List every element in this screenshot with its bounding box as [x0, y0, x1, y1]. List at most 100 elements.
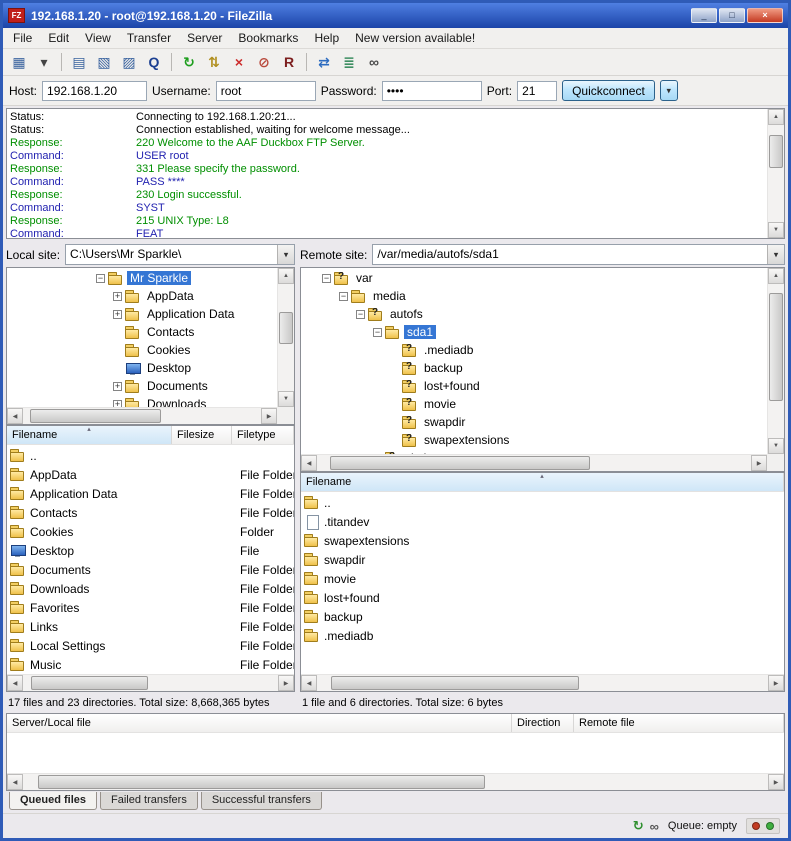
- menu-item-new-version-available-[interactable]: New version available!: [347, 29, 483, 47]
- collapse-box[interactable]: −: [96, 274, 105, 283]
- menu-item-bookmarks[interactable]: Bookmarks: [230, 29, 306, 47]
- local-site-combo[interactable]: C:\Users\Mr Sparkle\: [65, 244, 295, 265]
- toggle-remote-tree-icon[interactable]: ▨: [117, 51, 141, 73]
- scroll-up-button[interactable]: [768, 109, 784, 125]
- message-log-scrollbar[interactable]: [767, 109, 784, 238]
- scroll-right-button[interactable]: [768, 774, 784, 790]
- remote-tree-item[interactable]: ?backup: [301, 359, 767, 377]
- local-tree-item[interactable]: Contacts: [7, 323, 277, 341]
- local-file-row[interactable]: DesktopFile: [7, 541, 294, 560]
- expand-box[interactable]: +: [113, 382, 122, 391]
- scroll-right-button[interactable]: [261, 408, 277, 424]
- scroll-left-button[interactable]: [7, 408, 23, 424]
- local-list-hscroll[interactable]: [7, 674, 294, 691]
- scroll-up-button[interactable]: [278, 268, 294, 284]
- local-tree-vscroll[interactable]: [277, 268, 294, 407]
- toggle-message-log-icon[interactable]: ▤: [67, 51, 91, 73]
- collapse-box[interactable]: −: [339, 292, 348, 301]
- remote-tree-item[interactable]: ?movie: [301, 395, 767, 413]
- local-file-row[interactable]: ContactsFile Folder: [7, 503, 294, 522]
- local-tree-hscroll[interactable]: [7, 407, 277, 424]
- remote-tree-vscroll[interactable]: [767, 268, 784, 454]
- scrollbar-thumb[interactable]: [30, 409, 161, 423]
- scrollbar-thumb[interactable]: [769, 135, 783, 168]
- remote-file-row[interactable]: backup: [301, 607, 784, 626]
- local-file-row[interactable]: LinksFile Folder: [7, 617, 294, 636]
- scroll-down-button[interactable]: [278, 391, 294, 407]
- remote-file-row[interactable]: .titandev: [301, 512, 784, 531]
- refresh-icon[interactable]: ↻: [177, 51, 201, 73]
- scroll-left-button[interactable]: [7, 774, 23, 790]
- directory-comparison-status-icon[interactable]: ↻: [633, 818, 644, 834]
- expand-box[interactable]: +: [113, 310, 122, 319]
- remote-file-row[interactable]: lost+found: [301, 588, 784, 607]
- chevron-down-icon[interactable]: [277, 245, 294, 264]
- local-file-row[interactable]: DownloadsFile Folder: [7, 579, 294, 598]
- scroll-right-button[interactable]: [278, 675, 294, 691]
- reconnect-icon[interactable]: R: [277, 51, 301, 73]
- port-input[interactable]: [517, 81, 557, 101]
- collapse-box[interactable]: −: [322, 274, 331, 283]
- menu-item-help[interactable]: Help: [306, 29, 347, 47]
- remote-file-row[interactable]: swapextensions: [301, 531, 784, 550]
- column-header-server-local-file[interactable]: Server/Local file: [7, 714, 512, 732]
- local-file-row[interactable]: ..: [7, 446, 294, 465]
- sync-browsing-status-icon[interactable]: ∞: [650, 819, 659, 834]
- minimize-button[interactable]: _: [691, 8, 717, 23]
- toggle-transfer-queue-icon[interactable]: Q: [142, 51, 166, 73]
- menu-item-transfer[interactable]: Transfer: [119, 29, 179, 47]
- find-files-icon[interactable]: ∞: [362, 51, 386, 73]
- local-file-row[interactable]: MusicFile Folder: [7, 655, 294, 674]
- remote-tree-item[interactable]: −?autofs: [301, 305, 767, 323]
- cancel-icon[interactable]: ×: [227, 51, 251, 73]
- scrollbar-thumb[interactable]: [279, 312, 293, 344]
- local-file-row[interactable]: FavoritesFile Folder: [7, 598, 294, 617]
- local-tree-item[interactable]: +Downloads: [7, 395, 277, 407]
- collapse-box[interactable]: −: [373, 328, 382, 337]
- menu-item-edit[interactable]: Edit: [40, 29, 77, 47]
- local-tree-item[interactable]: +Documents: [7, 377, 277, 395]
- remote-file-row[interactable]: ..: [301, 493, 784, 512]
- remote-file-row[interactable]: movie: [301, 569, 784, 588]
- scrollbar-thumb[interactable]: [31, 676, 148, 690]
- username-input[interactable]: [216, 81, 316, 101]
- menu-item-file[interactable]: File: [5, 29, 40, 47]
- remote-file-row[interactable]: .mediadb: [301, 626, 784, 645]
- local-file-row[interactable]: Application DataFile Folder: [7, 484, 294, 503]
- remote-list-hscroll[interactable]: [301, 674, 784, 691]
- local-tree-item[interactable]: Desktop: [7, 359, 277, 377]
- scrollbar-thumb[interactable]: [38, 775, 485, 789]
- scrollbar-thumb[interactable]: [769, 293, 783, 401]
- scroll-right-button[interactable]: [751, 455, 767, 471]
- host-input[interactable]: [42, 81, 147, 101]
- remote-tree-hscroll[interactable]: [301, 454, 767, 471]
- close-button[interactable]: ×: [747, 8, 783, 23]
- remote-tree-item[interactable]: −?var: [301, 269, 767, 287]
- directory-comparison-icon[interactable]: ≣: [337, 51, 361, 73]
- site-manager-dropdown-icon[interactable]: ▾: [32, 51, 56, 73]
- local-tree-item[interactable]: Cookies: [7, 341, 277, 359]
- local-file-row[interactable]: Local SettingsFile Folder: [7, 636, 294, 655]
- local-tree-item[interactable]: +AppData: [7, 287, 277, 305]
- local-file-row[interactable]: DocumentsFile Folder: [7, 560, 294, 579]
- expand-box[interactable]: +: [113, 292, 122, 301]
- local-tree-item[interactable]: −Mr Sparkle: [7, 269, 277, 287]
- column-header-filename[interactable]: Filename▴: [301, 473, 784, 491]
- scroll-down-button[interactable]: [768, 438, 784, 454]
- maximize-button[interactable]: □: [719, 8, 745, 23]
- local-tree-item[interactable]: +Application Data: [7, 305, 277, 323]
- scroll-left-button[interactable]: [301, 675, 317, 691]
- remote-site-combo[interactable]: /var/media/autofs/sda1: [372, 244, 785, 265]
- remote-tree-item[interactable]: ?.mediadb: [301, 341, 767, 359]
- scrollbar-thumb[interactable]: [330, 456, 590, 470]
- chevron-down-icon[interactable]: [767, 245, 784, 264]
- collapse-box[interactable]: −: [356, 310, 365, 319]
- scroll-down-button[interactable]: [768, 222, 784, 238]
- tab-successful-transfers[interactable]: Successful transfers: [201, 792, 322, 810]
- column-header-filename[interactable]: Filename▴: [7, 426, 172, 444]
- menu-item-view[interactable]: View: [77, 29, 119, 47]
- remote-file-row[interactable]: swapdir: [301, 550, 784, 569]
- title-bar[interactable]: FZ 192.168.1.20 - root@192.168.1.20 - Fi…: [3, 3, 788, 28]
- local-file-row[interactable]: AppDataFile Folder: [7, 465, 294, 484]
- tab-failed-transfers[interactable]: Failed transfers: [100, 792, 198, 810]
